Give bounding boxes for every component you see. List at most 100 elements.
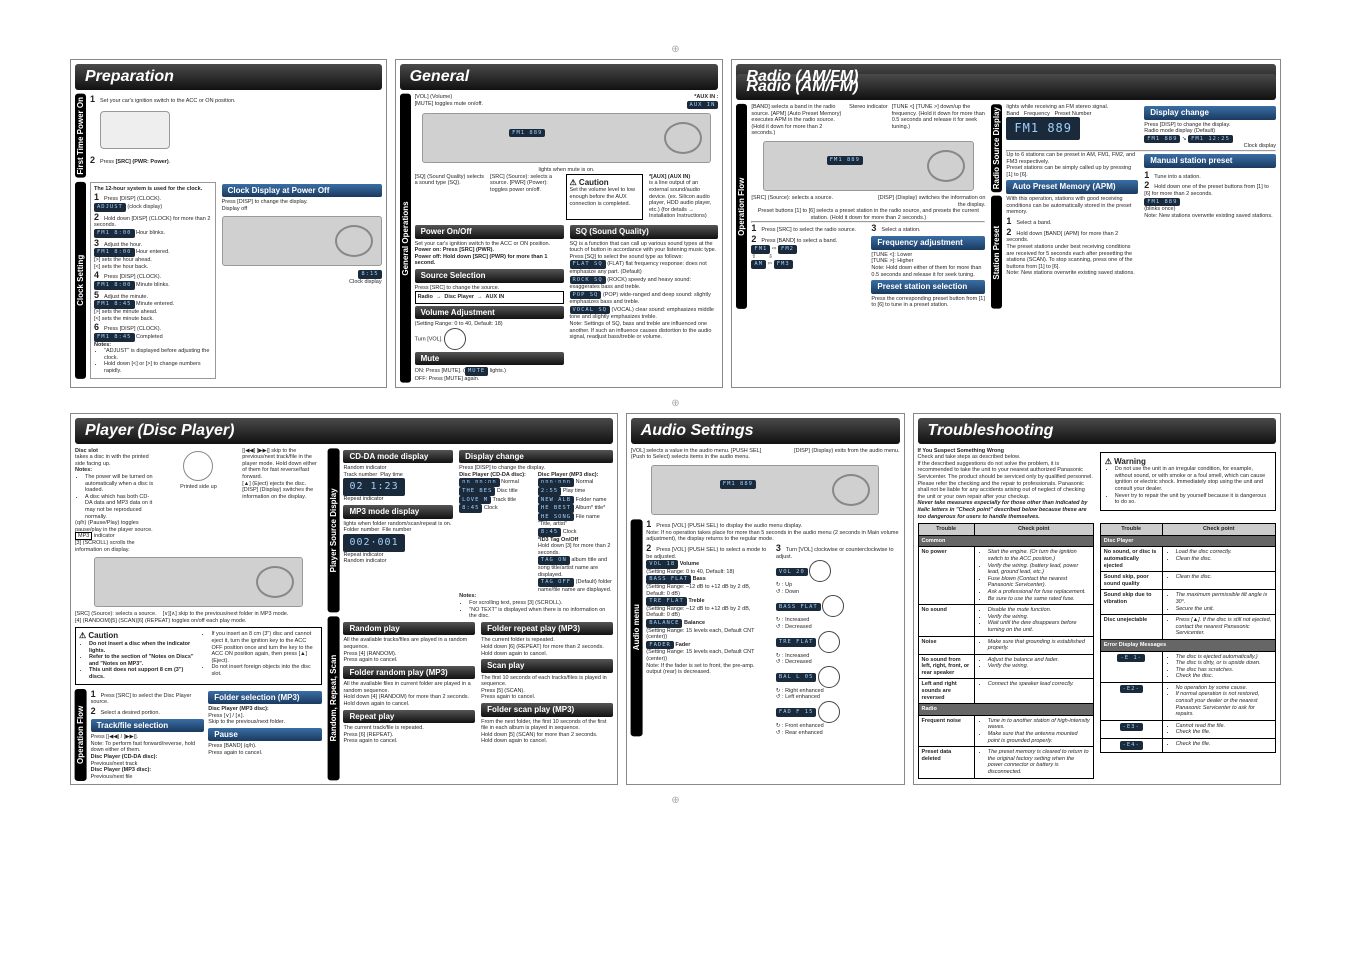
- rp-b2: Press [4] (RANDOM).: [343, 651, 475, 658]
- a-s2: Press [VOL] (PUSH SEL) to select a mode …: [646, 547, 766, 560]
- th-c2: Check point: [1162, 524, 1275, 536]
- sq-h: SQ (Sound Quality): [570, 225, 719, 239]
- n2: Hold down [<] or [>] to change numbers r…: [104, 361, 212, 374]
- dcm-l2: 2:55: [538, 487, 561, 496]
- scan-b3: Press again to cancel.: [481, 694, 613, 701]
- cd-rr: Random indicator: [343, 465, 386, 471]
- caution-title2: Caution: [79, 631, 195, 641]
- bal-r-lcd: BAL L 05: [776, 673, 817, 682]
- id3-h: *ID3 Tag On/Off: [538, 537, 578, 543]
- dcm-c6: Clock: [563, 529, 577, 535]
- dcc-l3: LOVE M: [459, 496, 491, 505]
- vtab-general-ops: General Operations: [400, 94, 411, 383]
- id3-b: Hold down [3] for more than 2 seconds.: [538, 543, 613, 556]
- sq-press: Press [SQ] to select the sound type as f…: [570, 254, 719, 261]
- dispchg-cap2: Clock display: [1144, 143, 1276, 150]
- apm-s1: Select a band.: [1016, 220, 1051, 226]
- fr2: : Rear enhanced: [782, 730, 823, 736]
- a-disp-lbl: [DISP] (Display) exits from the audio me…: [767, 448, 899, 461]
- check-point: The disc is ejected automatically.)The d…: [1162, 651, 1275, 682]
- dc-h: Display change: [459, 450, 613, 464]
- msp-s1: Tune into a station.: [1154, 174, 1201, 180]
- fscan-b2: Hold down [5] (SCAN) for more than 2 sec…: [481, 732, 613, 739]
- pause-b1: Press [BAND] (q/h).: [208, 743, 322, 750]
- fscan-b3: Hold down again to cancel.: [481, 738, 613, 745]
- src-1: Press [SRC] to change the source.: [415, 285, 564, 292]
- check-point: Clean the disc.: [1162, 572, 1275, 590]
- vol-1: (Setting Range: 0 to 40, Default: 18): [415, 321, 564, 328]
- dcn2: "NO TEXT" is displayed when there is no …: [469, 607, 613, 620]
- ds-notes-h: Notes:: [75, 467, 92, 473]
- t-intro-1: Check and take steps as described below.: [918, 454, 1094, 461]
- c6-note: Completed: [136, 334, 163, 340]
- c3-note: Hour entered.: [136, 249, 170, 255]
- title-audio: Audio Settings: [631, 418, 900, 444]
- th-c: Check point: [974, 524, 1093, 536]
- radio-tune: [TUNE <] [TUNE >] down/up the frequency.…: [892, 104, 986, 137]
- freq-note: Note: Hold down either of them for more …: [871, 265, 985, 278]
- trouble-name: -E 1-: [1100, 651, 1162, 682]
- trouble-name: Disc unejectable: [1100, 615, 1162, 640]
- th-t: Trouble: [918, 524, 974, 536]
- tf-note: Note: To perform fast forward/reverse, h…: [91, 741, 205, 754]
- trouble-name: No sound, or disc is automatically eject…: [1100, 547, 1162, 572]
- vtab-random: Random, Repeat, Scan: [328, 616, 340, 780]
- power-h: Power On/Off: [415, 225, 564, 239]
- radio-disp: [DISP] (Display) switches the informatio…: [870, 195, 985, 208]
- cd-rep: Repeat indicator: [343, 496, 453, 503]
- blr2: : Left enhanced: [782, 694, 820, 700]
- trouble-name: -E2-: [1100, 682, 1162, 720]
- sq-pop-l: POP SQ: [570, 291, 602, 300]
- fad-h: Fader: [675, 642, 690, 648]
- c4-lcd: FM1 8:00: [94, 281, 135, 290]
- caution-title: Caution: [570, 178, 639, 188]
- id3-l2: TAG OFF: [538, 578, 574, 587]
- bass-lcd: BASS FLAT: [646, 575, 691, 584]
- warning-title: Warning: [1105, 457, 1271, 467]
- sp-i2: Preset stations can be simply called up …: [1006, 165, 1138, 178]
- cd-tn: Track number: [343, 472, 377, 478]
- a-s1-note: Note: If no operation takes place for mo…: [646, 530, 899, 543]
- crop-mark-top: ⊕: [70, 44, 1281, 55]
- scan-b2: Press [5] (SCAN).: [481, 688, 613, 695]
- check-point: The maximum permissible tilt angle is 30…: [1162, 590, 1275, 615]
- frep-b3: Hold down again to cancel.: [481, 651, 613, 658]
- freq-l: [TUNE <]: Lower: [871, 252, 985, 259]
- pcr1: If you insert an 8 cm (3") disc and cann…: [211, 631, 317, 664]
- step-num: 1: [90, 94, 100, 105]
- apm-s2: Hold down [BAND] (APM) for more than 2 s…: [1006, 231, 1118, 244]
- aux-side-h: *[AUX] (AUX IN): [649, 174, 690, 180]
- check-point: Check the file.: [1162, 739, 1275, 753]
- vtab-first-power: First Time Power On: [75, 94, 86, 178]
- frep-h: Folder repeat play (MP3): [481, 622, 613, 636]
- vol-2: Turn [VOL].: [415, 336, 443, 342]
- table-row: Preset data deletedThe preset memory is …: [918, 747, 1093, 778]
- title-player: Player (Disc Player): [75, 418, 613, 444]
- b3: FM3: [774, 260, 793, 269]
- radio-src: [SRC] (Source): selects a source.: [751, 195, 866, 208]
- table-row: Sound skip due to vibrationThe maximum p…: [1100, 590, 1275, 615]
- p-disp: [DISP] (Display) switches the informatio…: [242, 487, 322, 500]
- aux-in-h: *AUX IN :: [694, 94, 718, 100]
- cd-pt: Play time: [380, 472, 403, 478]
- c3-lcd: FM1 8:00: [94, 248, 135, 257]
- sp-i1: Up to 6 stations can be preset in AM, FM…: [1006, 152, 1138, 165]
- trouble-name: No sound from left, right, front, or rea…: [918, 654, 974, 679]
- ignition-illustration: [100, 111, 170, 149]
- a-s3: Turn [VOL] clockwise or counterclockwise…: [776, 547, 894, 560]
- t-intro-h: If You Suspect Something Wrong: [918, 448, 1004, 454]
- treb-lcd: TRE FLAT: [646, 597, 687, 606]
- pcr2: Do not insert foreign objects into the d…: [211, 664, 317, 677]
- section-player: Player (Disc Player) Disc slot takes a d…: [70, 413, 618, 786]
- c1: Press [DISP] (CLOCK).: [104, 196, 161, 202]
- sq-label: [SQ] (Sound Quality) selects a sound typ…: [415, 174, 484, 220]
- section-radio: Radio (AM/FM) Radio (AM/FM) Operation Fl…: [731, 59, 1281, 388]
- vtab-station-preset: Station Preset: [991, 196, 1002, 309]
- mute-1-lcd: MUTE: [465, 367, 488, 376]
- freq-h: Frequency adjustment: [871, 236, 985, 250]
- dcm-l4: HE BEST: [538, 504, 574, 513]
- treb-h: Treble: [688, 598, 704, 604]
- t-intro-bold: Never take measures especially for those…: [918, 500, 1088, 519]
- trouble-name: No power: [918, 547, 974, 605]
- fs-b3: Skip to the previous/next folder.: [208, 719, 322, 726]
